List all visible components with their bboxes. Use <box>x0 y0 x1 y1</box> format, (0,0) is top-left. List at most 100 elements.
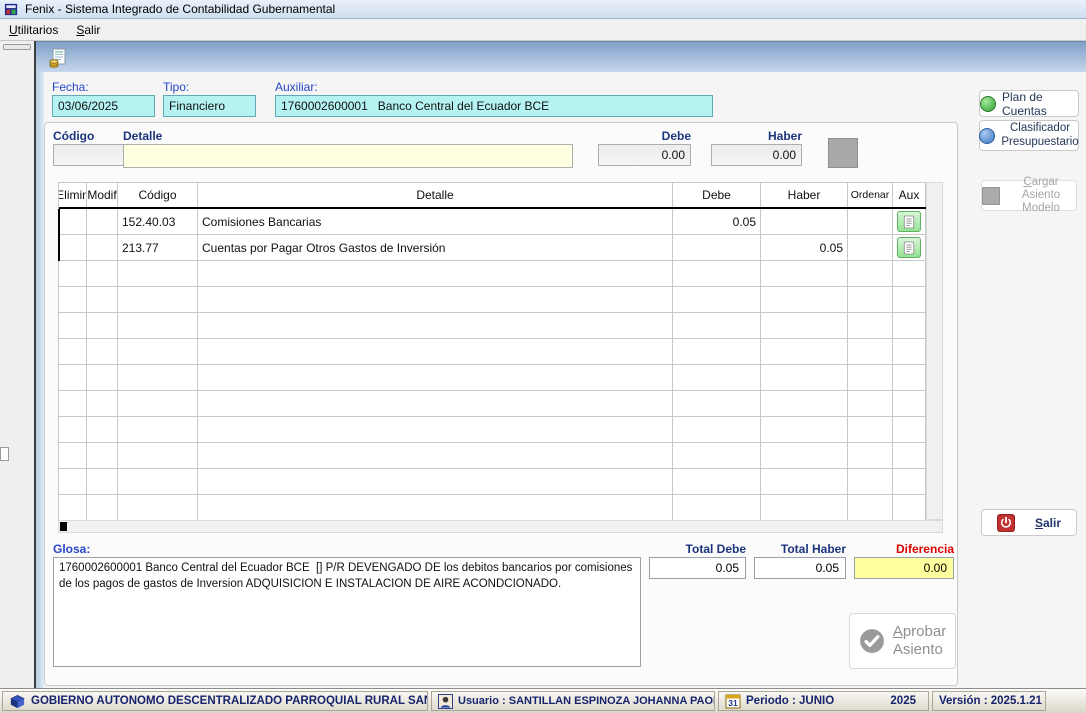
grid-empty-cell <box>673 313 761 339</box>
grid-empty-cell <box>761 417 848 443</box>
entries-grid: Elimin Modif Código Detalle Debe Haber O… <box>58 182 926 521</box>
menu-utilitarios[interactable]: Utilitarios <box>0 21 67 39</box>
status-user: Usuario : SANTILLAN ESPINOZA JOHANNA PAO… <box>431 691 715 711</box>
total-debe-label: Total Debe <box>649 542 746 556</box>
cell-detalle: Comisiones Bancarias <box>198 209 673 235</box>
grid-empty-row <box>59 417 926 443</box>
grid-empty-cell <box>761 339 848 365</box>
grid-vertical-scrollbar[interactable] <box>926 182 943 520</box>
grid-empty-cell <box>118 365 198 391</box>
grid-empty-row <box>59 261 926 287</box>
col-header-haber[interactable]: Haber <box>761 183 848 207</box>
grid-empty-cell <box>673 261 761 287</box>
grid-empty-cell <box>198 417 673 443</box>
grid-empty-cell <box>198 443 673 469</box>
grid-empty-cell <box>87 261 118 287</box>
cell-modif[interactable] <box>87 209 118 235</box>
grid-empty-cell <box>118 287 198 313</box>
grid-empty-cell <box>761 443 848 469</box>
grid-row-2[interactable]: 213.77 Cuentas por Pagar Otros Gastos de… <box>59 235 926 261</box>
add-line-button[interactable] <box>828 138 858 168</box>
horizontal-scrollbar-thumb[interactable] <box>60 522 67 531</box>
col-header-debe[interactable]: Debe <box>673 183 761 207</box>
grid-empty-cell <box>59 391 87 417</box>
tipo-input[interactable] <box>163 95 256 117</box>
salir-button[interactable]: Salir <box>981 509 1077 536</box>
cargar-asiento-modelo-button[interactable]: Cargar AsientoModelo <box>981 180 1077 211</box>
grid-empty-cell <box>761 313 848 339</box>
left-panel-tab[interactable] <box>0 447 9 461</box>
grid-empty-cell <box>848 261 893 287</box>
clasificador-label: ClasificadorPresupuestario <box>1001 122 1078 148</box>
cell-debe: 0.05 <box>673 209 761 235</box>
gray-square-icon <box>982 187 1000 205</box>
grid-empty-cell <box>198 313 673 339</box>
fecha-input[interactable] <box>52 95 155 117</box>
clasificador-presupuestario-button[interactable]: ClasificadorPresupuestario <box>979 120 1079 151</box>
grid-empty-cell <box>848 339 893 365</box>
power-icon <box>997 514 1015 532</box>
col-header-elimin[interactable]: Elimin <box>59 183 87 207</box>
grid-empty-cell <box>198 339 673 365</box>
grid-empty-cell <box>59 287 87 313</box>
form-content: Fecha: Tipo: Auxiliar: Código Detalle De… <box>36 72 1086 688</box>
grid-empty-cell <box>118 417 198 443</box>
plan-de-cuentas-button[interactable]: Plan de Cuentas <box>979 90 1079 117</box>
left-panel-grip[interactable] <box>3 44 31 50</box>
col-header-modif[interactable]: Modif <box>87 183 118 207</box>
check-icon <box>859 628 885 654</box>
grid-empty-cell <box>87 443 118 469</box>
total-haber-value <box>754 557 846 579</box>
grid-empty-cell <box>893 417 926 443</box>
period-year: 2025 <box>890 695 922 707</box>
glosa-textarea[interactable]: 1760002600001 Banco Central del Ecuador … <box>53 557 641 667</box>
auxiliar-input[interactable] <box>275 95 713 117</box>
col-header-ordenar[interactable]: Ordenar <box>848 183 893 207</box>
grid-empty-row <box>59 495 926 521</box>
cell-elimin[interactable] <box>59 209 87 235</box>
col-header-aux[interactable]: Aux <box>893 183 926 207</box>
cell-detalle: Cuentas por Pagar Otros Gastos de Invers… <box>198 235 673 261</box>
aux-button[interactable] <box>897 211 921 232</box>
grid-horizontal-scrollbar[interactable] <box>58 520 943 533</box>
fecha-label: Fecha: <box>52 80 89 94</box>
grid-empty-cell <box>673 443 761 469</box>
col-header-detalle[interactable]: Detalle <box>198 183 673 207</box>
debe-input[interactable] <box>598 144 691 166</box>
menu-bar: Utilitarios Salir <box>0 19 1086 41</box>
title-bar: Fenix - Sistema Integrado de Contabilida… <box>0 0 1086 19</box>
aprobar-label: AprobarAsiento <box>893 623 946 659</box>
grid-empty-row <box>59 391 926 417</box>
grid-empty-cell <box>893 313 926 339</box>
cargar-asiento-label: Cargar AsientoModelo <box>1006 176 1076 216</box>
document-coins-icon <box>48 48 68 68</box>
grid-empty-cell <box>761 287 848 313</box>
col-header-codigo[interactable]: Código <box>118 183 198 207</box>
grid-empty-cell <box>893 469 926 495</box>
grid-empty-cell <box>761 469 848 495</box>
grid-empty-cell <box>59 261 87 287</box>
new-entry-toolbar-button[interactable] <box>46 46 70 70</box>
grid-empty-cell <box>848 365 893 391</box>
cell-modif[interactable] <box>87 235 118 261</box>
grid-row-1[interactable]: 152.40.03 Comisiones Bancarias 0.05 <box>59 209 926 235</box>
grid-empty-cell <box>59 339 87 365</box>
cell-haber: 0.05 <box>761 235 848 261</box>
haber-input[interactable] <box>711 144 802 166</box>
menu-salir[interactable]: Salir <box>67 21 109 39</box>
aux-button[interactable] <box>897 237 921 258</box>
left-panel <box>0 41 36 688</box>
codigo-label: Código <box>53 129 94 143</box>
window-title: Fenix - Sistema Integrado de Contabilida… <box>25 2 335 16</box>
grid-empty-cell <box>87 313 118 339</box>
cell-elimin[interactable] <box>59 235 87 261</box>
diferencia-value <box>854 557 954 579</box>
toolbar <box>36 41 1086 72</box>
detalle-input[interactable] <box>123 144 573 168</box>
diferencia-label: Diferencia <box>854 542 954 556</box>
grid-empty-cell <box>87 391 118 417</box>
aprobar-asiento-button[interactable]: AprobarAsiento <box>849 613 956 669</box>
grid-empty-cell <box>848 287 893 313</box>
grid-empty-cell <box>673 391 761 417</box>
grid-empty-cell <box>118 495 198 521</box>
